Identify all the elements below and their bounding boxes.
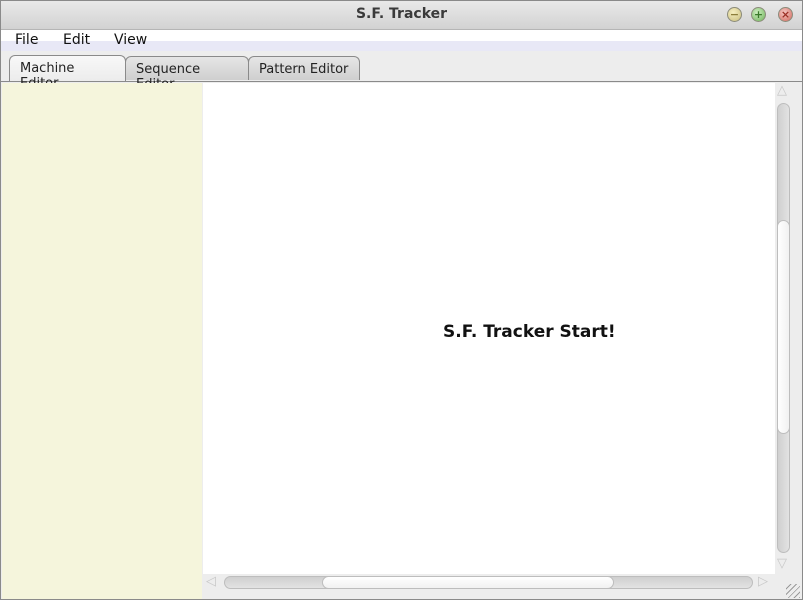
resize-grip-icon[interactable] xyxy=(786,584,800,598)
tab-bar: Machine Editor Sequence Editor Pattern E… xyxy=(1,51,802,92)
tab-sequence-editor[interactable]: Sequence Editor xyxy=(125,56,249,92)
start-message: S.F. Tracker Start! xyxy=(443,322,616,342)
menu-file[interactable]: File xyxy=(15,32,38,48)
scroll-down-icon[interactable]: ▽ xyxy=(777,557,787,570)
close-icon[interactable]: × xyxy=(778,7,793,22)
maximize-icon[interactable]: + xyxy=(751,7,766,22)
title-bar[interactable]: S.F. Tracker − + × xyxy=(1,1,802,30)
tab-machine-editor[interactable]: Machine Editor xyxy=(9,55,126,91)
window-title: S.F. Tracker xyxy=(355,6,448,22)
minimize-icon[interactable]: − xyxy=(727,7,742,22)
horizontal-scroll-thumb[interactable] xyxy=(322,576,614,589)
scroll-up-icon[interactable]: △ xyxy=(777,84,787,97)
scroll-left-icon[interactable]: ◁ xyxy=(206,575,216,588)
menu-bar: File Edit View xyxy=(1,30,802,51)
vertical-scrollbar[interactable]: △ ▽ xyxy=(775,83,795,575)
menu-edit[interactable]: Edit xyxy=(63,32,90,48)
machine-list-pane[interactable] xyxy=(2,83,202,599)
app-window: S.F. Tracker − + × File Edit View Machin… xyxy=(0,0,803,600)
horizontal-scrollbar[interactable]: ◁ ▷ xyxy=(203,574,775,592)
tab-pattern-editor[interactable]: Pattern Editor xyxy=(248,56,360,80)
menu-view[interactable]: View xyxy=(114,32,147,48)
machine-canvas[interactable]: S.F. Tracker Start! xyxy=(203,83,775,574)
vertical-scroll-thumb[interactable] xyxy=(777,220,790,434)
scroll-right-icon[interactable]: ▷ xyxy=(758,575,768,588)
